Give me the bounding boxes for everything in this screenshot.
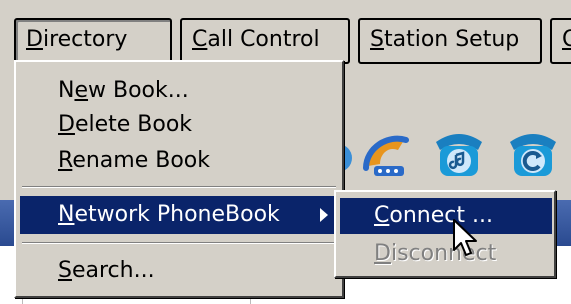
menu-call-control[interactable]: Call Control xyxy=(180,18,350,64)
menu-item-rename-book[interactable]: Rename Book xyxy=(20,142,340,180)
item-label: elete Book xyxy=(74,112,193,137)
item-prefix: N xyxy=(58,78,75,103)
item-label: earch... xyxy=(71,258,155,283)
item-hotkey: R xyxy=(58,148,73,173)
menu-hotkey: S xyxy=(370,27,384,52)
menu-station-setup[interactable]: Station Setup xyxy=(358,18,542,64)
item-label: ename Book xyxy=(72,148,210,173)
menu-hotkey: C xyxy=(192,27,208,52)
item-hotkey: S xyxy=(58,258,72,283)
submenu-arrow-icon xyxy=(320,208,328,222)
menu-label: irectory xyxy=(42,27,128,52)
menu-item-network-phonebook[interactable]: Network PhoneBook xyxy=(20,196,340,234)
menu-item-new-book[interactable]: New Book... xyxy=(20,72,340,110)
phone-music-icon[interactable] xyxy=(432,128,486,182)
menu-directory[interactable]: Directory xyxy=(14,18,172,64)
item-hotkey: D xyxy=(58,112,75,137)
item-label: w Book... xyxy=(88,78,189,103)
item-label: etwork PhoneBook xyxy=(74,202,280,227)
menu-item-delete-book[interactable]: Delete Book xyxy=(20,106,340,144)
directory-menu: New Book... Delete Book Rename Book Netw… xyxy=(14,60,344,298)
menu-label: tation Setup xyxy=(383,27,520,52)
menu-hotkey: D xyxy=(26,27,43,52)
item-hotkey: C xyxy=(374,203,390,228)
menu-separator xyxy=(22,186,336,188)
menu-hotkey: O xyxy=(562,27,571,52)
mouse-pointer-icon xyxy=(453,219,477,256)
menu-label: all Control xyxy=(207,27,320,52)
menu-item-disconnect: Disconnect xyxy=(340,236,552,272)
menu-item-search[interactable]: Search... xyxy=(20,252,340,290)
item-hotkey: D xyxy=(374,241,391,266)
item-hotkey: e xyxy=(74,78,89,103)
network-phonebook-submenu: Connect ... Disconnect xyxy=(334,190,556,278)
menu-item-connect[interactable]: Connect ... xyxy=(340,198,552,234)
phone-redial-icon[interactable] xyxy=(506,128,560,182)
item-hotkey: N xyxy=(58,202,75,227)
phone-dial-icon[interactable] xyxy=(358,128,412,182)
menubar: Directory Call Control Station Setup O xyxy=(14,18,571,64)
menu-options[interactable]: O xyxy=(550,18,571,64)
menu-separator xyxy=(22,242,336,244)
app-window: Directory Call Control Station Setup O N… xyxy=(0,0,571,304)
